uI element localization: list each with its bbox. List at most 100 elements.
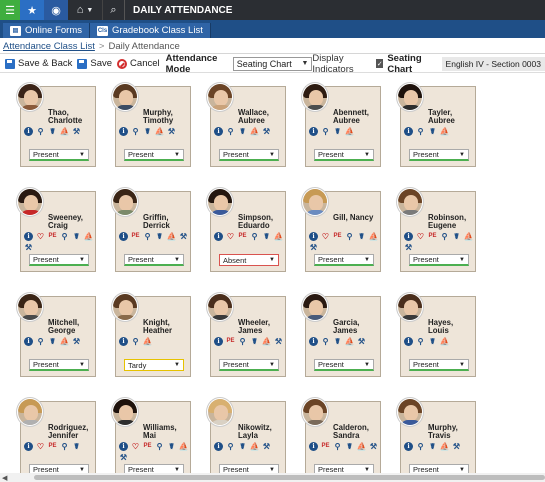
boat-icon[interactable]: ⛵	[179, 442, 189, 451]
boat-icon[interactable]: ⛵	[250, 442, 260, 451]
info-icon[interactable]: i	[24, 337, 33, 346]
attendance-status-select[interactable]: Present ▼	[314, 254, 374, 266]
boat-icon[interactable]: ⛵	[60, 337, 70, 346]
attendance-status-select[interactable]: Present ▼	[409, 359, 469, 371]
student-card[interactable]: Garcia, James i ⚲ ☤ ⛵ ⚒ Present ▼	[302, 293, 381, 377]
menu-icon[interactable]: ☰	[0, 0, 20, 20]
attendance-status-select[interactable]: Present ▼	[314, 149, 374, 161]
location-icon[interactable]: ⚲	[416, 337, 425, 346]
heart-icon[interactable]: ♡	[226, 232, 235, 241]
attendance-status-select[interactable]: Present ▼	[219, 149, 279, 161]
attendance-status-select[interactable]: Tardy ▼	[124, 359, 184, 371]
no-pe-icon[interactable]: PE	[333, 232, 342, 241]
no-pe-icon[interactable]: PE	[226, 337, 235, 346]
no-pe-icon[interactable]: PE	[428, 232, 437, 241]
no-pe-icon[interactable]: PE	[143, 442, 152, 451]
student-card[interactable]: Murphy, Travis i ⚲ ☤ ⛵ ⚒ Present ▼	[397, 398, 476, 482]
grad-cap-icon[interactable]: ☤	[428, 442, 437, 451]
boat-icon[interactable]: ⛵	[464, 232, 474, 241]
grad-cap-icon[interactable]: ☤	[238, 442, 247, 451]
location-icon[interactable]: ⚲	[36, 337, 45, 346]
scrollbar-thumb[interactable]	[34, 475, 545, 480]
grad-cap-icon[interactable]: ☤	[333, 337, 342, 346]
tab-online-forms[interactable]: ▤ Online Forms	[3, 23, 91, 38]
boat-icon[interactable]: ⛵	[155, 127, 165, 136]
grad-cap-icon[interactable]: ☤	[428, 337, 437, 346]
wrench-icon[interactable]: ⚒	[24, 243, 33, 252]
attendance-status-select[interactable]: Present ▼	[124, 149, 184, 161]
attendance-mode-select[interactable]: Seating Chart ▼	[232, 56, 313, 71]
boat-icon[interactable]: ⛵	[440, 442, 450, 451]
star-icon[interactable]: ★	[20, 0, 44, 20]
boat-icon[interactable]: ⛵	[369, 232, 379, 241]
wrench-icon[interactable]: ⚒	[309, 243, 318, 252]
info-icon[interactable]: i	[404, 232, 413, 241]
grad-cap-icon[interactable]: ☤	[48, 337, 57, 346]
info-icon[interactable]: i	[214, 232, 223, 241]
info-icon[interactable]: i	[214, 337, 223, 346]
grad-cap-icon[interactable]: ☤	[428, 127, 437, 136]
wrench-icon[interactable]: ⚒	[179, 232, 188, 241]
grad-cap-icon[interactable]: ☤	[238, 127, 247, 136]
attendance-status-select[interactable]: Present ▼	[29, 359, 89, 371]
wrench-icon[interactable]: ⚒	[452, 442, 461, 451]
heart-icon[interactable]: ♡	[416, 232, 425, 241]
location-icon[interactable]: ⚲	[250, 232, 259, 241]
wrench-icon[interactable]: ⚒	[262, 442, 271, 451]
no-pe-icon[interactable]: PE	[321, 442, 330, 451]
chevron-down-icon[interactable]: ▼	[86, 7, 93, 14]
globe-icon[interactable]: ◉	[44, 0, 68, 20]
grad-cap-icon[interactable]: ☤	[262, 232, 271, 241]
boat-icon[interactable]: ⛵	[440, 127, 450, 136]
location-icon[interactable]: ⚲	[131, 337, 140, 346]
info-icon[interactable]: i	[309, 442, 318, 451]
wrench-icon[interactable]: ⚒	[262, 127, 271, 136]
student-card[interactable]: Wheeler, James i PE ⚲ ☤ ⛵ ⚒ Present ▼	[207, 293, 286, 377]
info-icon[interactable]: i	[24, 232, 33, 241]
grad-cap-icon[interactable]: ☤	[167, 442, 176, 451]
location-icon[interactable]: ⚲	[321, 127, 330, 136]
no-pe-icon[interactable]: PE	[48, 232, 57, 241]
wrench-icon[interactable]: ⚒	[119, 453, 128, 462]
location-icon[interactable]: ⚲	[321, 337, 330, 346]
grad-cap-icon[interactable]: ☤	[155, 232, 164, 241]
wrench-icon[interactable]: ⚒	[72, 337, 81, 346]
info-icon[interactable]: i	[404, 127, 413, 136]
boat-icon[interactable]: ⛵	[440, 337, 450, 346]
horizontal-scrollbar[interactable]: ◀	[0, 473, 545, 482]
wrench-icon[interactable]: ⚒	[404, 243, 413, 252]
info-icon[interactable]: i	[404, 337, 413, 346]
student-card[interactable]: Calderon, Sandra i PE ⚲ ☤ ⛵ ⚒ Present ▼	[302, 398, 381, 482]
heart-icon[interactable]: ♡	[36, 232, 45, 241]
save-button[interactable]: Save	[77, 58, 112, 69]
student-card[interactable]: Griffin, Derrick i PE ⚲ ☤ ⛵ ⚒ Present ▼	[112, 188, 191, 272]
no-pe-icon[interactable]: PE	[131, 232, 140, 241]
grad-cap-icon[interactable]: ☤	[250, 337, 259, 346]
home-icon[interactable]: ⌂ ▼	[68, 0, 102, 20]
scroll-left-icon[interactable]: ◀	[2, 474, 7, 482]
info-icon[interactable]: i	[309, 337, 318, 346]
grad-cap-icon[interactable]: ☤	[357, 232, 366, 241]
info-icon[interactable]: i	[119, 337, 128, 346]
wrench-icon[interactable]: ⚒	[167, 127, 176, 136]
location-icon[interactable]: ⚲	[440, 232, 449, 241]
student-card[interactable]: Knight, Heather i ⚲ ⛵ Tardy ▼	[112, 293, 191, 377]
info-icon[interactable]: i	[119, 442, 128, 451]
save-and-back-button[interactable]: Save & Back	[5, 58, 72, 69]
cancel-button[interactable]: Cancel	[117, 58, 160, 69]
location-icon[interactable]: ⚲	[131, 127, 140, 136]
section-select[interactable]: English IV - Section 0003	[441, 56, 545, 71]
student-card[interactable]: Murphy, Timothy i ⚲ ☤ ⛵ ⚒ Present ▼	[112, 83, 191, 167]
attendance-status-select[interactable]: Present ▼	[409, 254, 469, 266]
location-icon[interactable]: ⚲	[416, 127, 425, 136]
location-icon[interactable]: ⚲	[36, 127, 45, 136]
attendance-status-select[interactable]: Absent ▼	[219, 254, 279, 266]
student-card[interactable]: Thao, Charlotte i ⚲ ☤ ⛵ ⚒ Present ▼	[17, 83, 96, 167]
location-icon[interactable]: ⚲	[60, 232, 69, 241]
wrench-icon[interactable]: ⚒	[357, 337, 366, 346]
student-card[interactable]: Williams, Mai i ♡ PE ⚲ ☤ ⛵ ⚒ Present ▼	[112, 398, 191, 482]
student-card[interactable]: Abennett, Aubree i ⚲ ☤ ⛵ Present ▼	[302, 83, 381, 167]
boat-icon[interactable]: ⛵	[274, 232, 284, 241]
attendance-status-select[interactable]: Present ▼	[29, 149, 89, 161]
student-card[interactable]: Hayes, Louis i ⚲ ☤ ⛵ Present ▼	[397, 293, 476, 377]
